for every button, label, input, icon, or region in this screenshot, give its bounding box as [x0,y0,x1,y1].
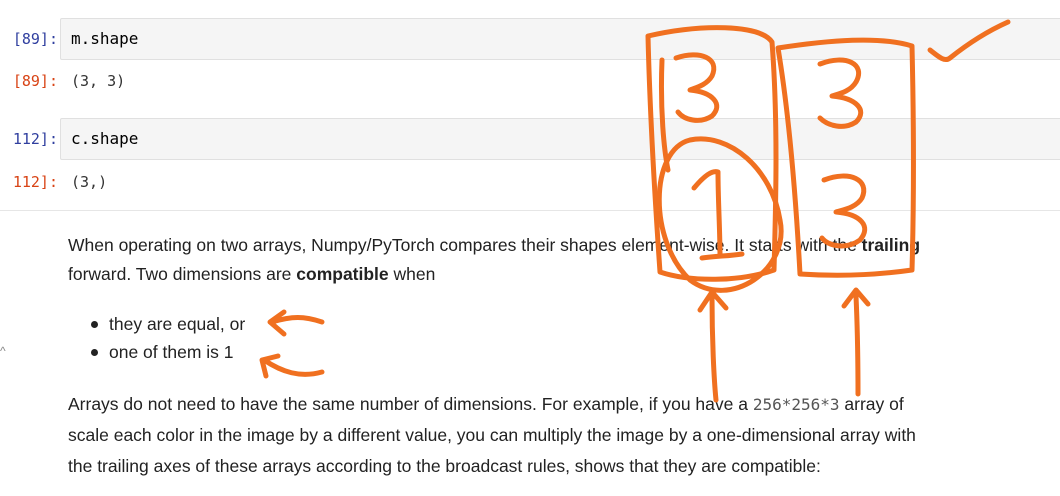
output-prompt: [89]: [12,72,58,90]
text-span: array of [839,394,904,414]
paragraph-line-2: forward. Two dimensions are compatible w… [68,259,1060,289]
code-text[interactable]: m.shape [71,29,138,48]
arrow-up-left [697,289,729,403]
digit-three-left [673,52,720,123]
arrow-up-right [841,287,871,397]
bullet-icon [91,321,98,328]
cell-divider [0,210,1060,211]
bold-text: trailing [861,235,921,255]
paragraph-line-3: Arrays do not need to have the same numb… [68,389,1060,420]
bold-text: compatible [296,264,389,284]
list-item-text: they are equal, or [109,314,246,334]
side-marker: ^ [0,344,6,358]
code-editor[interactable]: m.shape [60,18,1060,60]
arrow-left-bullet-1 [267,309,325,337]
text-span: Arrays do not need to have the same numb… [68,394,753,414]
text-span: forward. Two dimensions are [68,264,297,284]
text-span: When operating on two arrays, Numpy/PyTo… [68,235,862,255]
output-text: (3, 3) [71,72,126,90]
bullet-icon [91,349,98,356]
input-prompt: 112]: [12,130,58,148]
output-prompt: 112]: [12,173,58,191]
inline-code: 256*256*3 [752,395,840,414]
list-item-text: one of them is 1 [109,342,234,362]
output-text: (3,) [71,173,108,191]
text-span: when [388,264,436,284]
digit-three-right-top [817,57,864,129]
code-text[interactable]: c.shape [71,129,138,148]
paragraph-line-1: When operating on two arrays, Numpy/PyTo… [68,230,1060,260]
code-editor[interactable]: c.shape [60,118,1060,160]
paragraph-line-4: scale each color in the image by a diffe… [68,425,916,445]
paragraph-line-5: the trailing axes of these arrays accord… [68,456,821,476]
arrow-left-bullet-2 [259,353,325,379]
input-prompt: [89]: [12,30,58,48]
